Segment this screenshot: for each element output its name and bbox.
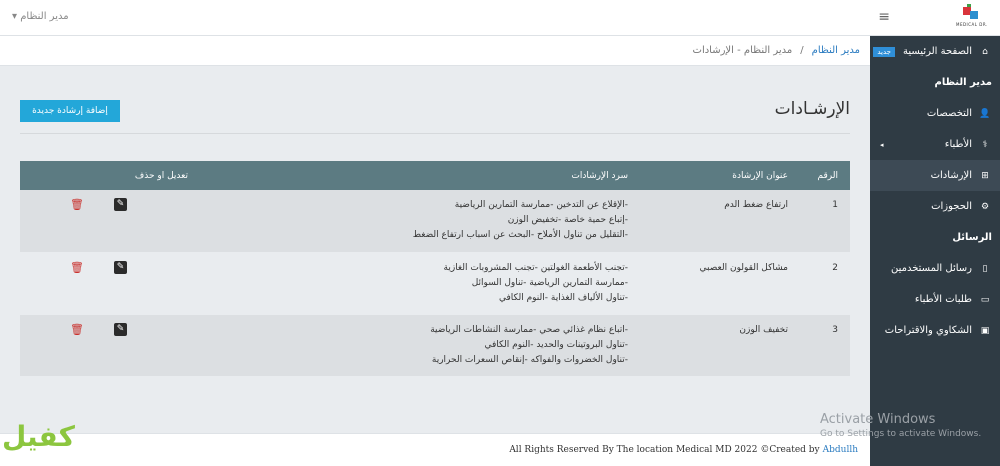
tip-line: -اتباع نظام غذائي صحي -ممارسة النشاطات ا… — [430, 324, 628, 335]
row-number: 1 — [800, 190, 850, 253]
user-menu-label: مدير النظام — [20, 11, 69, 22]
edit-icon[interactable]: ✎ — [113, 260, 127, 274]
trash-icon[interactable]: 🗑 — [70, 261, 84, 274]
sidebar-item-guidelines[interactable]: ⊞ الإرشادات — [870, 160, 1000, 191]
hamburger-icon[interactable]: ≡ — [878, 9, 890, 25]
breadcrumb: مدير النظام / مدير النظام - الإرشادات — [0, 36, 870, 66]
sidebar-item-label: رسائل المستخدمين — [890, 263, 972, 274]
row-title: مشاكل القولون العصبي — [640, 252, 800, 315]
edit-icon[interactable]: ✎ — [113, 198, 127, 211]
sidebar-item-specialties[interactable]: 👤 التخصصات — [870, 98, 1000, 129]
breadcrumb-current: مدير النظام - الإرشادات — [692, 45, 793, 56]
table-header-row: الرقم عنوان الإرشادة سرد الإرشادات تعديل… — [20, 161, 850, 190]
sidebar-item-label: التخصصات — [926, 108, 972, 119]
footer-text: All Rights Reserved By The location Medi… — [509, 445, 820, 455]
medical-cross-icon — [960, 4, 982, 22]
tip-line: -ممارسة التمارين الرياضية -تناول السوائل — [471, 277, 628, 288]
add-guideline-button[interactable]: إضافة إرشادة جديدة — [20, 100, 120, 122]
tip-line: -تناول البروتينات والحديد -النوم الكافي — [484, 339, 629, 350]
new-badge: جديد — [873, 46, 895, 57]
sidebar-item-label: الحجوزات — [931, 201, 972, 212]
table-row: 2 مشاكل القولون العصبي -تجنب الأطعمة الغ… — [20, 252, 850, 315]
tip-line: -تناول الألياف الغذاية -النوم الكافي — [498, 292, 628, 303]
row-tips: -الإقلاع عن التدخين -ممارسة التمارين الر… — [200, 190, 640, 253]
sidebar-item-complaints[interactable]: ▣ الشكاوي والاقتراحات — [870, 315, 1000, 346]
tip-line: -التقليل من تناول الأملاح -البحث عن اسبا… — [412, 230, 628, 240]
row-number: 3 — [800, 314, 850, 377]
column-header-list: سرد الإرشادات — [200, 161, 640, 190]
image-icon: ▣ — [980, 325, 990, 336]
tip-line: -تجنب الأطعمة الغولتين -تجنب المشروبات ا… — [443, 262, 628, 273]
sidebar-item-home[interactable]: ⌂ الصفحة الرئيسية جديد — [870, 36, 1000, 67]
tip-line: -الإقلاع عن التدخين -ممارسة التمارين الر… — [454, 200, 628, 210]
sidebar: ⌂ الصفحة الرئيسية جديد مدير النظام 👤 الت… — [870, 36, 1000, 466]
trash-icon[interactable]: 🗑 — [70, 198, 84, 211]
row-actions: ✎ 🗑 — [20, 252, 200, 315]
activate-windows-title: Activate Windows — [820, 412, 936, 427]
chevron-down-icon: ▾ — [12, 11, 18, 22]
column-header-title: عنوان الإرشادة — [640, 161, 800, 190]
corner-watermark-logo: كفيل — [2, 420, 75, 453]
row-tips: -اتباع نظام غذائي صحي -ممارسة النشاطات ا… — [200, 314, 640, 377]
sidebar-item-label: الصفحة الرئيسية — [903, 46, 972, 57]
page-title: الإرشـادات — [774, 99, 850, 119]
breadcrumb-separator: / — [800, 45, 804, 56]
footer: All Rights Reserved By The location Medi… — [0, 433, 870, 466]
divider — [20, 133, 850, 134]
gears-icon: ⚙ — [980, 201, 990, 212]
edit-icon[interactable]: ✎ — [113, 322, 127, 336]
sidebar-item-label: طلبات الأطباء — [914, 294, 972, 305]
sidebar-item-label: الأطباء — [944, 139, 972, 150]
row-actions: ✎ 🗑 — [20, 314, 200, 377]
user-menu[interactable]: ▾ مدير النظام — [12, 11, 69, 22]
app-logo[interactable]: MEDICAL DR. — [956, 4, 988, 32]
breadcrumb-root-link[interactable]: مدير النظام — [812, 45, 860, 56]
table-row: 1 ارتفاع ضغط الدم -الإقلاع عن التدخين -م… — [20, 190, 850, 253]
sidebar-item-doctor-requests[interactable]: ▭ طلبات الأطباء — [870, 284, 1000, 315]
table-row: 3 تخفيف الوزن -اتباع نظام غذائي صحي -مما… — [20, 314, 850, 377]
user-plus-icon: 👤 — [979, 108, 991, 119]
sitemap-icon: ⊞ — [981, 170, 989, 181]
doctor-icon: ⚕ — [982, 139, 988, 150]
guidelines-table: الرقم عنوان الإرشادة سرد الإرشادات تعديل… — [20, 161, 850, 377]
sidebar-item-bookings[interactable]: ⚙ الحجوزات — [870, 191, 1000, 222]
activate-windows-subtitle: Go to Settings to activate Windows. — [820, 429, 982, 439]
sidebar-item-user-messages[interactable]: ▯ رسائل المستخدمين — [870, 253, 1000, 284]
column-header-number: الرقم — [800, 161, 850, 190]
row-number: 2 — [800, 252, 850, 315]
row-actions: ✎ 🗑 — [20, 190, 200, 253]
row-title: ارتفاع ضغط الدم — [640, 190, 800, 253]
trash-icon[interactable]: 🗑 — [70, 323, 84, 336]
row-title: تخفيف الوزن — [640, 314, 800, 377]
tip-line: -تناول الخضروات والفواكه -إنقاص السعرات … — [431, 354, 628, 365]
logo-text: MEDICAL DR. — [956, 22, 988, 27]
sidebar-item-label: الإرشادات — [930, 170, 972, 181]
home-icon: ⌂ — [982, 46, 988, 57]
sidebar-item-label: الشكاوي والاقتراحات — [884, 325, 972, 336]
row-tips: -تجنب الأطعمة الغولتين -تجنب المشروبات ا… — [200, 252, 640, 315]
sidebar-section-admin: مدير النظام — [934, 77, 992, 88]
tip-line: -إتباع حمية خاصة -تخفيض الوزن — [507, 215, 628, 225]
sidebar-item-doctors[interactable]: ⚕ الأطباء ◂ — [870, 129, 1000, 160]
top-bar: MEDICAL DR. ≡ ▾ مدير النظام — [0, 0, 1000, 36]
desktop-icon: ▭ — [980, 294, 990, 305]
mobile-icon: ▯ — [982, 263, 988, 274]
footer-credit-link[interactable]: Abdullh — [823, 445, 858, 455]
sidebar-section-messages: الرسائل — [952, 232, 992, 243]
column-header-actions: تعديل او حذف — [20, 161, 200, 190]
chevron-left-icon: ◂ — [880, 140, 884, 149]
